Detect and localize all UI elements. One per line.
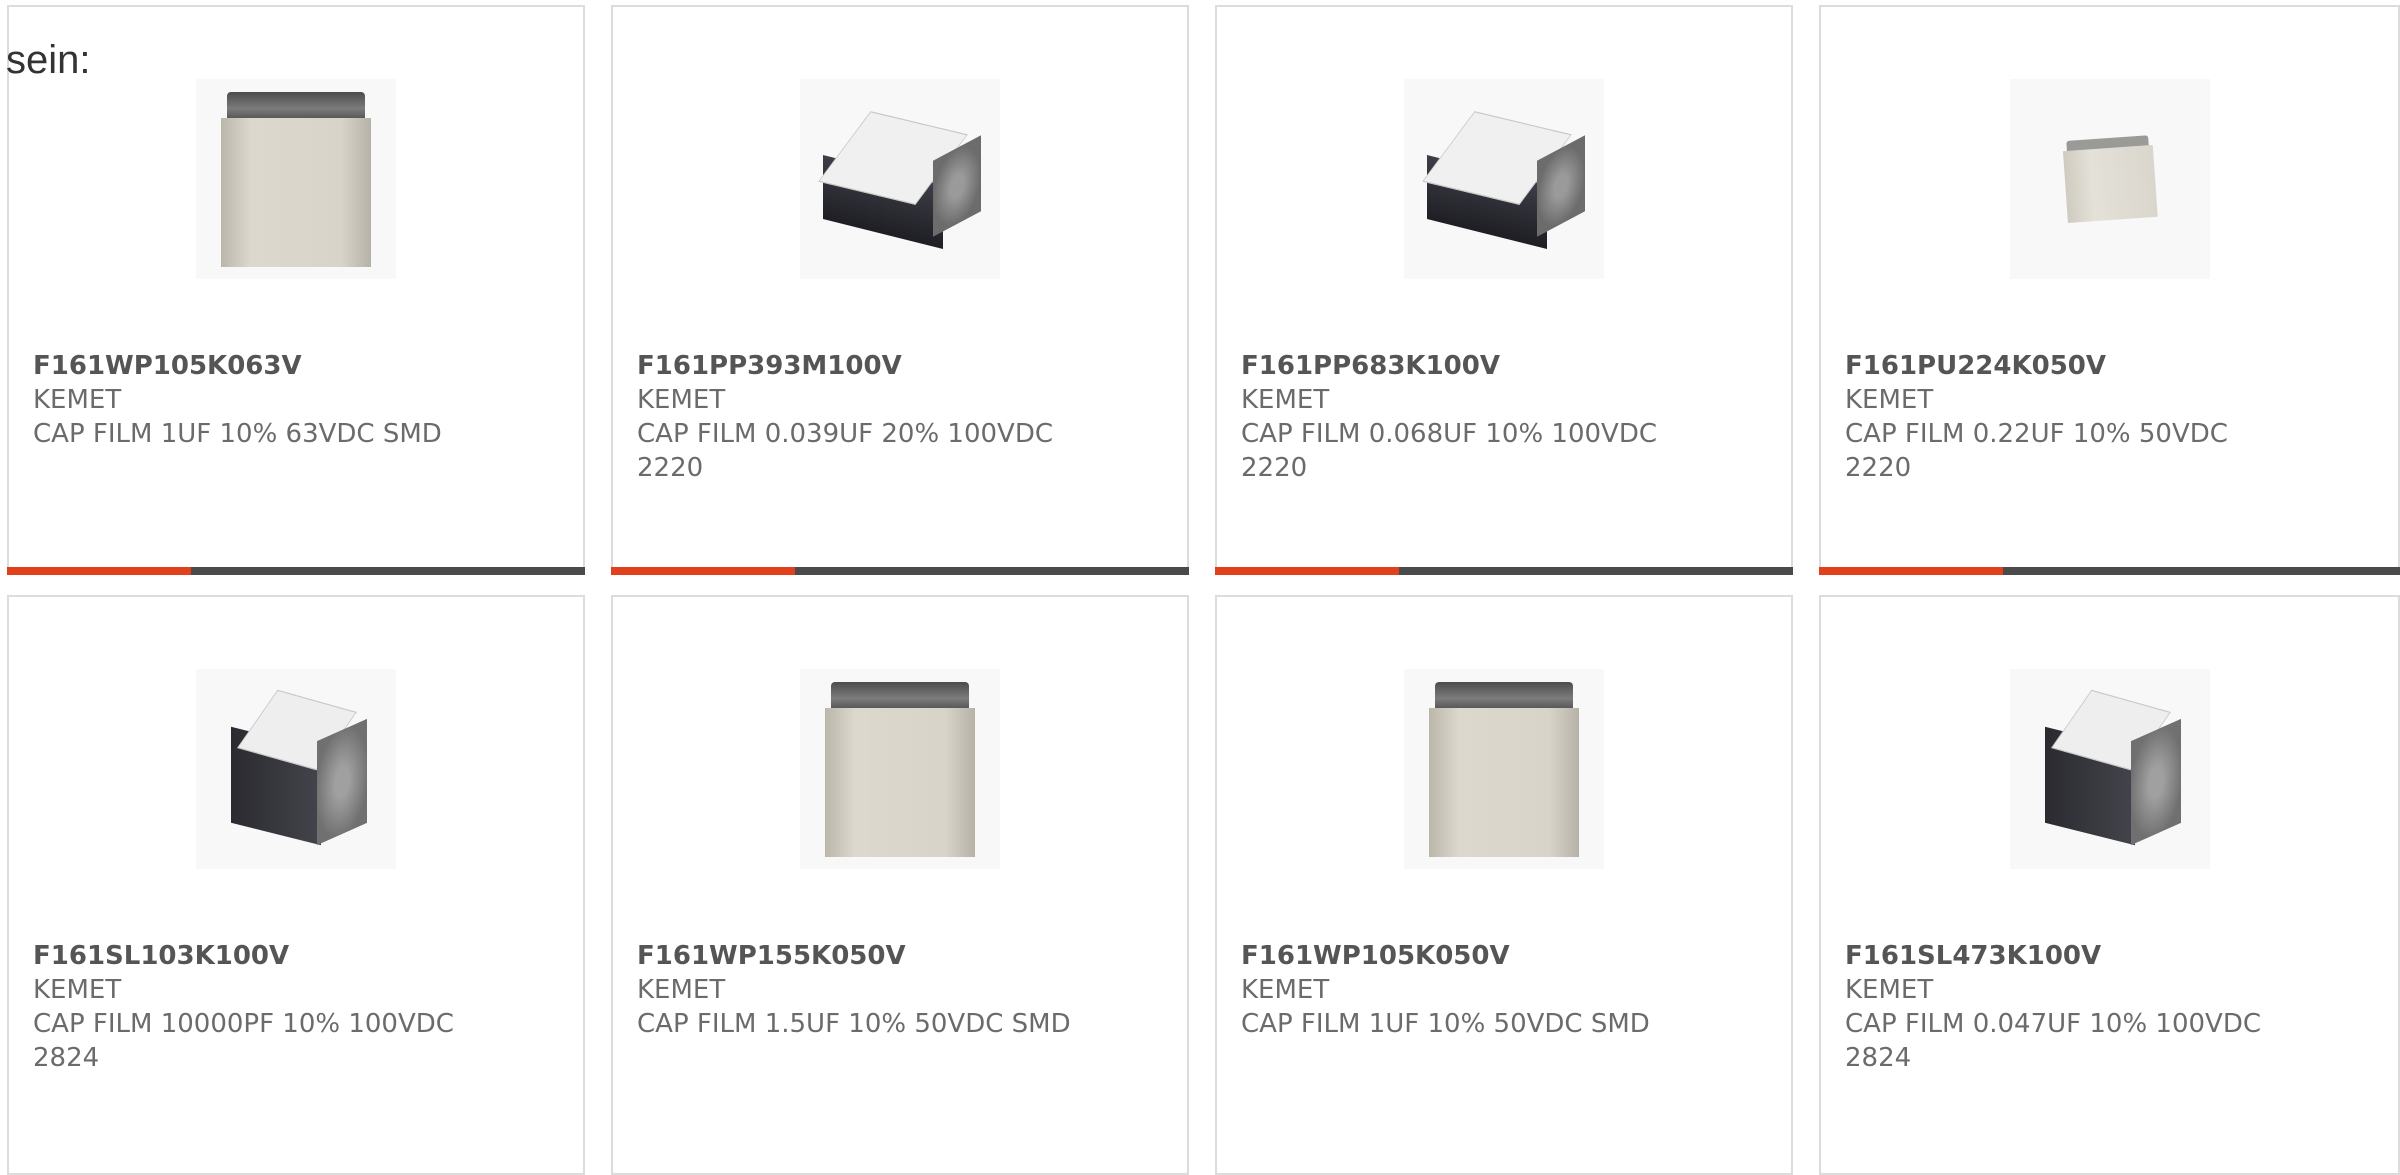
product-info: F161WP105K063V KEMET CAP FILM 1UF 10% 63… (33, 349, 559, 451)
manufacturer: KEMET (637, 975, 726, 1005)
product-image[interactable] (800, 79, 1000, 279)
card-accent-bar (7, 567, 585, 575)
product-card[interactable]: F161SL103K100V KEMET CAP FILM 10000PF 10… (7, 595, 585, 1175)
manufacturer: KEMET (33, 385, 122, 415)
manufacturer: KEMET (1845, 385, 1934, 415)
product-image[interactable] (2009, 669, 2210, 869)
card-accent-bar (1215, 567, 1793, 575)
part-number-link[interactable]: F161SL473K100V (1845, 939, 2278, 973)
product-image[interactable] (2009, 79, 2210, 279)
part-number-link[interactable]: F161PP393M100V (637, 349, 1067, 383)
part-number-link[interactable]: F161SL103K100V (33, 939, 463, 973)
product-card[interactable]: F161WP105K050V KEMET CAP FILM 1UF 10% 50… (1215, 595, 1793, 1175)
description: CAP FILM 10000PF 10% 100VDC 2824 (33, 1009, 454, 1073)
product-info: F161SL103K100V KEMET CAP FILM 10000PF 10… (33, 939, 463, 1075)
product-card[interactable]: F161SL473K100V KEMET CAP FILM 0.047UF 10… (1819, 595, 2400, 1175)
product-card[interactable]: F161PP393M100V KEMET CAP FILM 0.039UF 20… (611, 5, 1189, 575)
product-image[interactable] (196, 669, 396, 869)
product-info: F161PU224K050V KEMET CAP FILM 0.22UF 10%… (1845, 349, 2278, 485)
product-info: F161WP105K050V KEMET CAP FILM 1UF 10% 50… (1241, 939, 1767, 1041)
part-number-link[interactable]: F161PP683K100V (1241, 349, 1671, 383)
manufacturer: KEMET (1241, 975, 1330, 1005)
description: CAP FILM 1UF 10% 50VDC SMD (1241, 1009, 1650, 1039)
manufacturer: KEMET (1845, 975, 1934, 1005)
part-number-link[interactable]: F161PU224K050V (1845, 349, 2278, 383)
capacitor-icon (1429, 681, 1579, 857)
product-card[interactable]: F161WP105K063V KEMET CAP FILM 1UF 10% 63… (7, 5, 585, 575)
capacitor-icon (1419, 111, 1589, 249)
capacitor-icon (2035, 689, 2185, 846)
manufacturer: KEMET (1241, 385, 1330, 415)
manufacturer: KEMET (33, 975, 122, 1005)
part-number-link[interactable]: F161WP105K063V (33, 349, 559, 383)
product-image[interactable] (1404, 669, 1604, 869)
part-number-link[interactable]: F161WP105K050V (1241, 939, 1767, 973)
capacitor-icon (2062, 135, 2158, 224)
manufacturer: KEMET (637, 385, 726, 415)
capacitor-icon (825, 681, 975, 857)
description: CAP FILM 0.039UF 20% 100VDC 2220 (637, 419, 1054, 483)
capacitor-icon (221, 689, 371, 846)
description: CAP FILM 0.22UF 10% 50VDC 2220 (1845, 419, 2228, 483)
intro-text: sein: (6, 38, 91, 82)
product-card[interactable]: F161PP683K100V KEMET CAP FILM 0.068UF 10… (1215, 5, 1793, 575)
product-card[interactable]: F161PU224K050V KEMET CAP FILM 0.22UF 10%… (1819, 5, 2400, 575)
card-accent-bar (1819, 567, 2400, 575)
product-card[interactable]: F161WP155K050V KEMET CAP FILM 1.5UF 10% … (611, 595, 1189, 1175)
part-number-link[interactable]: F161WP155K050V (637, 939, 1163, 973)
description: CAP FILM 0.047UF 10% 100VDC 2824 (1845, 1009, 2262, 1073)
product-image[interactable] (1404, 79, 1604, 279)
description: CAP FILM 1UF 10% 63VDC SMD (33, 419, 442, 449)
capacitor-icon (221, 91, 371, 267)
card-accent-bar (611, 567, 1189, 575)
product-info: F161WP155K050V KEMET CAP FILM 1.5UF 10% … (637, 939, 1163, 1041)
product-info: F161PP393M100V KEMET CAP FILM 0.039UF 20… (637, 349, 1067, 485)
description: CAP FILM 0.068UF 10% 100VDC 2220 (1241, 419, 1658, 483)
product-image[interactable] (196, 79, 396, 279)
product-info: F161PP683K100V KEMET CAP FILM 0.068UF 10… (1241, 349, 1671, 485)
capacitor-icon (815, 111, 985, 249)
product-info: F161SL473K100V KEMET CAP FILM 0.047UF 10… (1845, 939, 2278, 1075)
description: CAP FILM 1.5UF 10% 50VDC SMD (637, 1009, 1071, 1039)
product-image[interactable] (800, 669, 1000, 869)
